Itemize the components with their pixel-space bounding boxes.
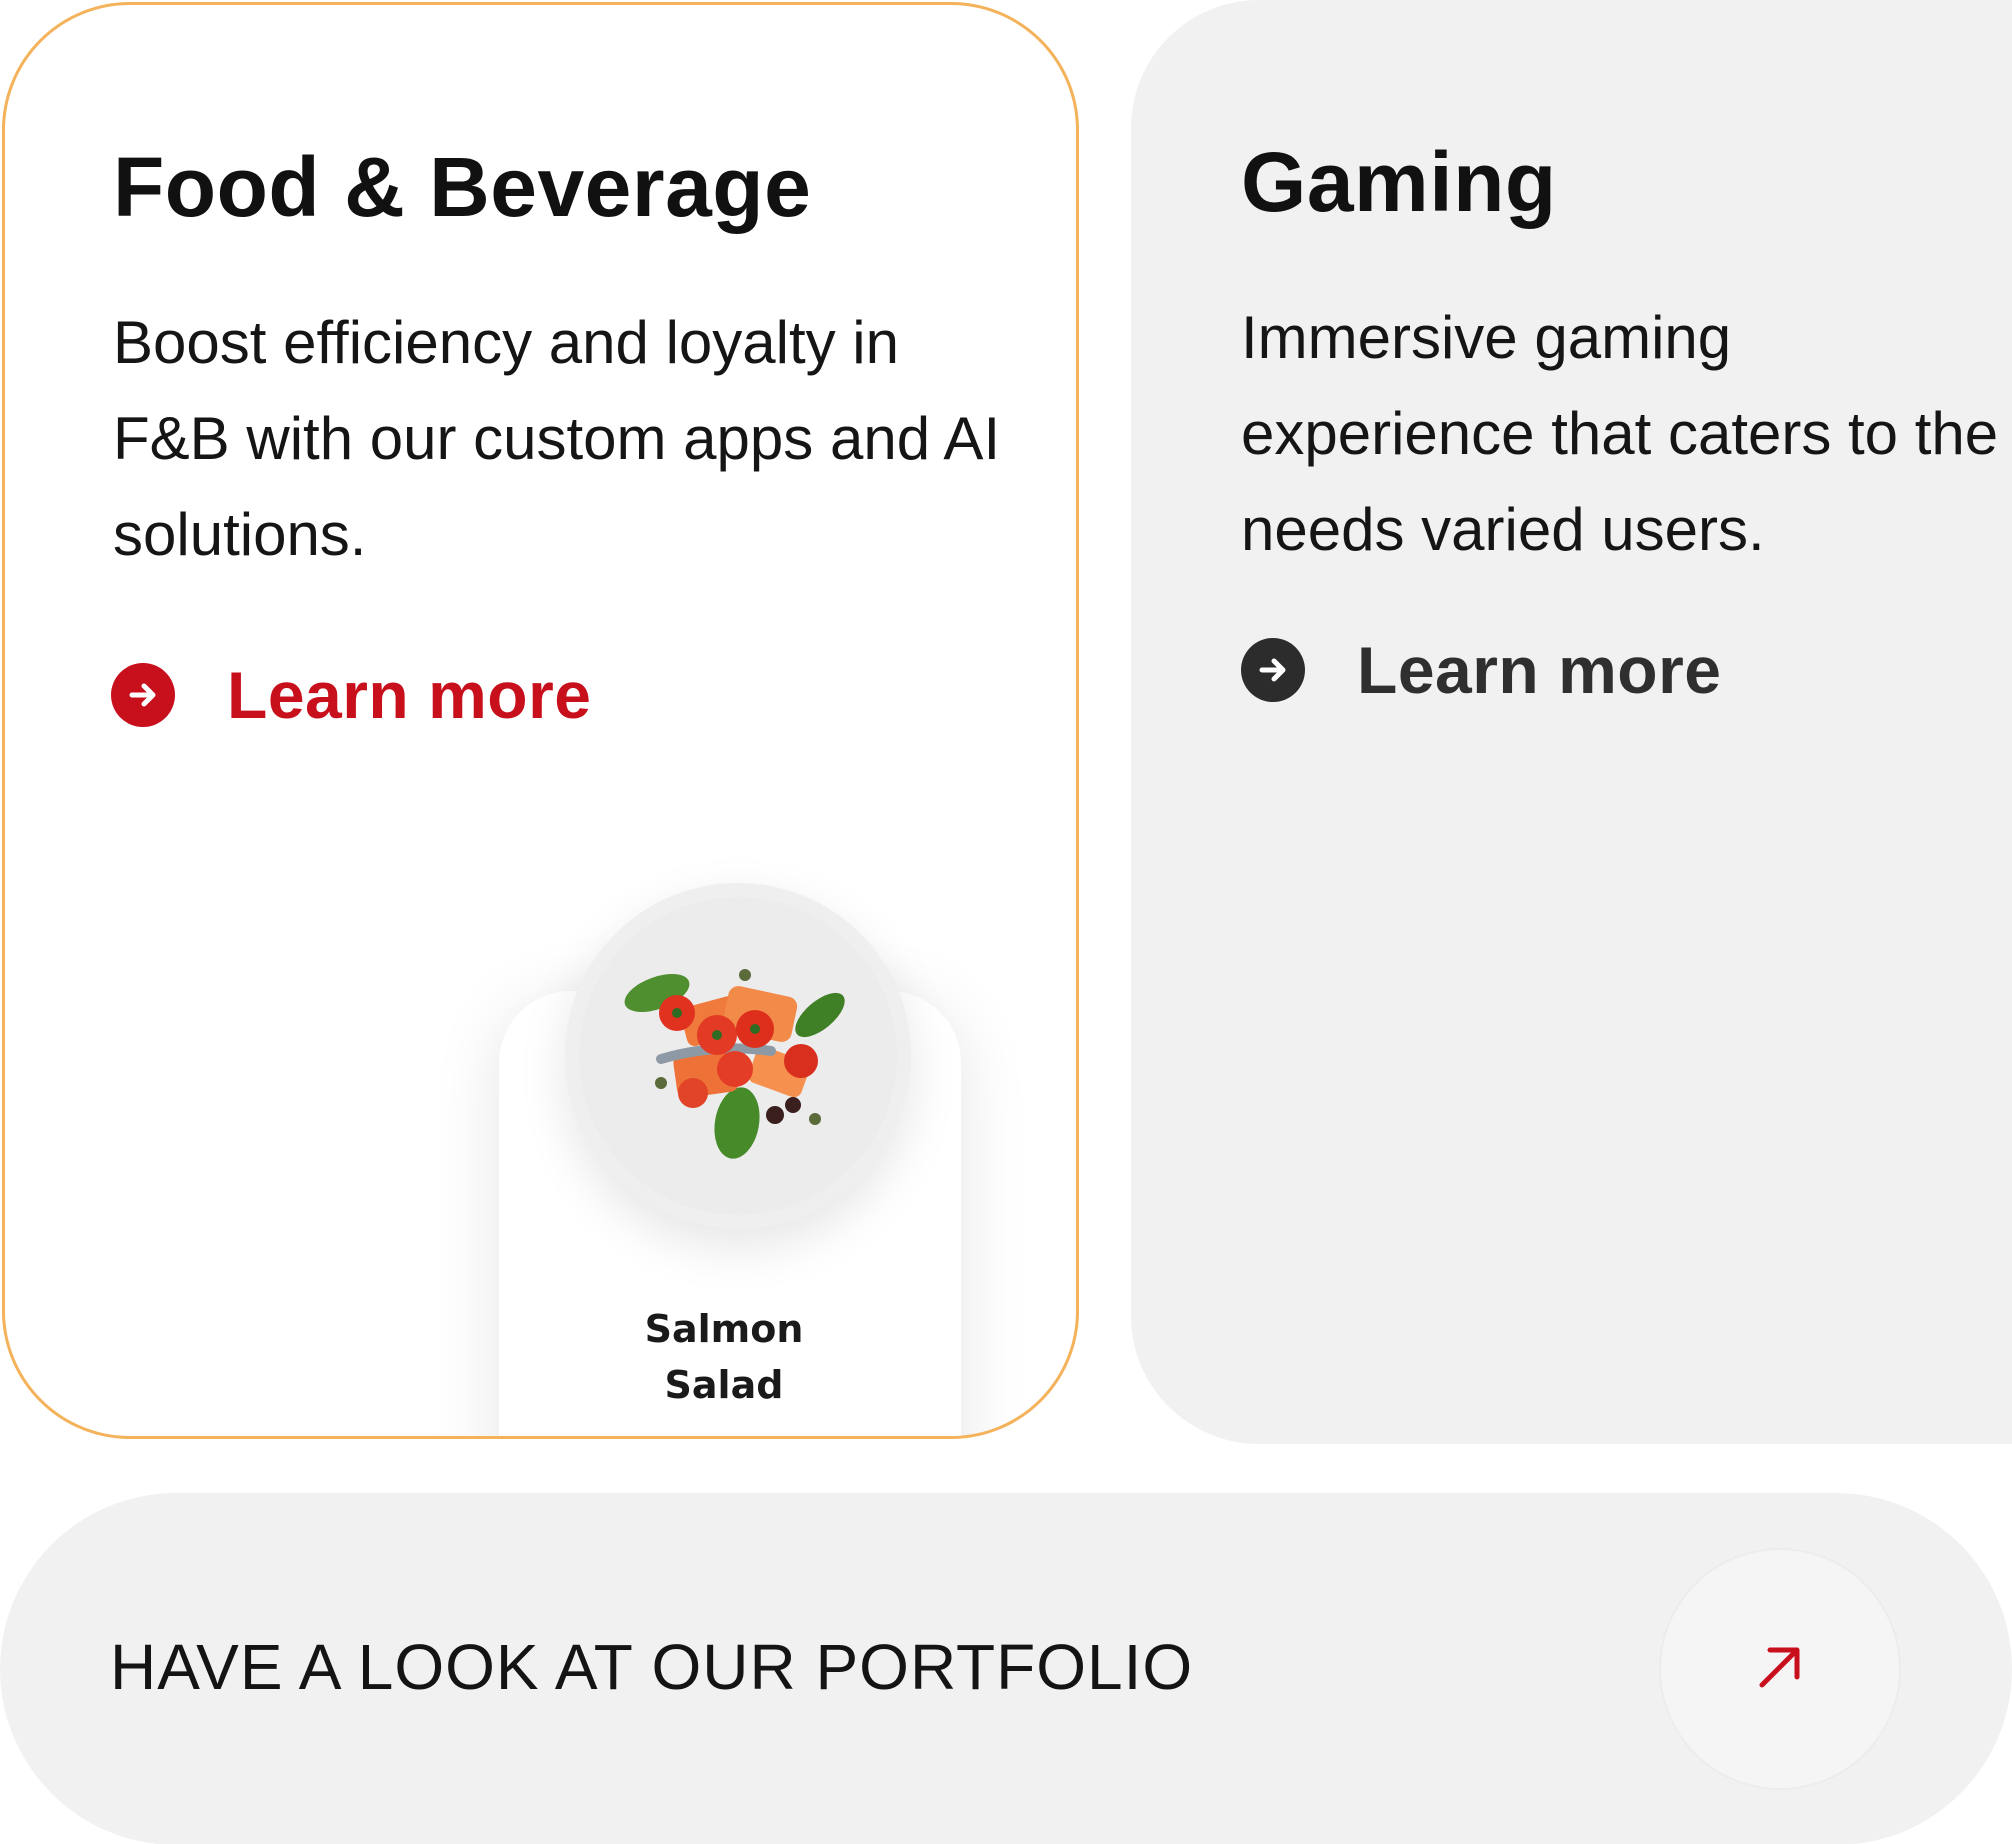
- card-description: Boost efficiency and loyalty in F&B with…: [113, 309, 1001, 568]
- menu-item-name: Salmon Salad: [644, 1307, 804, 1407]
- learn-more-label: Learn more: [227, 658, 592, 732]
- portfolio-button[interactable]: [1661, 1550, 1899, 1788]
- card-title: Food & Beverage: [113, 140, 812, 234]
- industry-card-food-beverage: Food & Beverage Boost efficiency and loy…: [2, 2, 1079, 1439]
- learn-more-link[interactable]: Learn more: [1241, 637, 1721, 703]
- portfolio-cta[interactable]: HAVE A LOOK AT OUR PORTFOLIO: [0, 1493, 2012, 1844]
- arrow-up-right-icon: [1750, 1637, 1810, 1702]
- industries-section: Food & Beverage Boost efficiency and loy…: [0, 0, 2012, 1844]
- arrow-right-circle-icon: [111, 663, 175, 727]
- portfolio-label: HAVE A LOOK AT OUR PORTFOLIO: [110, 1631, 1194, 1703]
- salmon-salad-plate-image: [565, 883, 911, 1229]
- card-title: Gaming: [1241, 135, 1557, 229]
- arrow-right-circle-icon: [1241, 638, 1305, 702]
- learn-more-label: Learn more: [1357, 633, 1722, 707]
- card-description: Immersive gaming experience that caters …: [1241, 304, 1999, 563]
- learn-more-link[interactable]: Learn more: [111, 662, 591, 728]
- industry-card-gaming: Gaming Immersive gaming experience that …: [1131, 0, 2012, 1444]
